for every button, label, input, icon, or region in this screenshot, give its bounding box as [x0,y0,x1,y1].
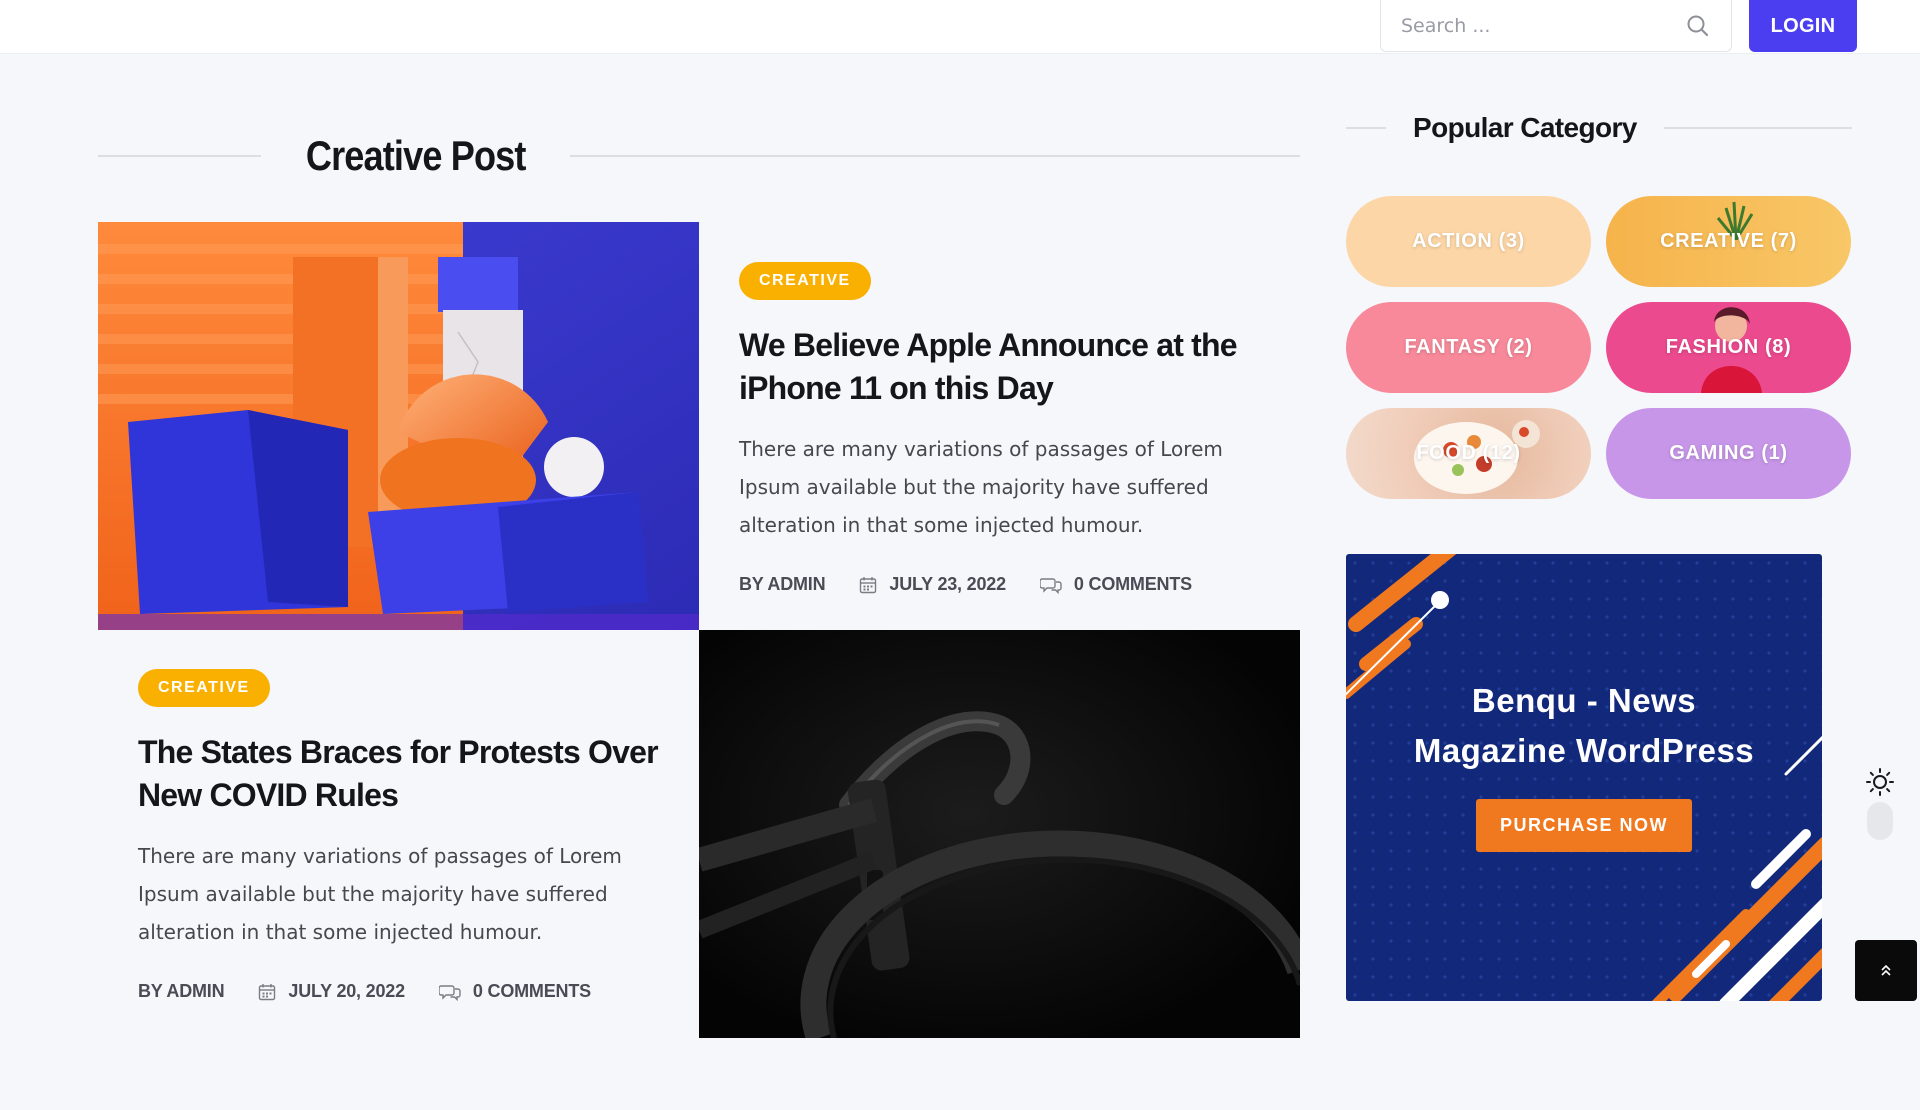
post-card-1: CREATIVE We Believe Apple Announce at th… [739,262,1299,595]
post-card-2: CREATIVE The States Braces for Protests … [138,669,698,1002]
post-title[interactable]: The States Braces for Protests Over New … [138,731,698,817]
category-label: GAMING (1) [1669,442,1788,464]
title-divider-right [570,155,1300,157]
calendar-icon [259,983,276,1000]
category-grid: ACTION (3) CREATIVE (7) FANTASY (2) FASH… [1346,196,1852,499]
category-badge[interactable]: CREATIVE [138,669,270,707]
category-action[interactable]: ACTION (3) [1346,196,1591,287]
sidebar-divider-left [1346,127,1386,129]
geometric-shapes-image [98,222,699,630]
category-label: FOOD (12) [1416,442,1521,464]
sidebar-divider-right [1663,127,1852,129]
section-title: Creative Post [305,132,527,179]
author-label: BY ADMIN [138,981,225,1001]
post-excerpt: There are many variations of passages of… [138,844,622,944]
date-label: JULY 23, 2022 [889,574,1006,594]
category-fashion[interactable]: FASHION (8) [1606,302,1851,393]
category-badge[interactable]: CREATIVE [739,262,871,300]
comments-icon [1039,577,1062,594]
post-comments[interactable]: 0 COMMENTS [438,981,591,1002]
post-image-geometric[interactable] [98,222,699,630]
theme-toggle[interactable] [1862,766,1898,842]
search-icon[interactable] [1685,13,1711,39]
post-date: JULY 20, 2022 [258,981,405,1002]
category-creative[interactable]: CREATIVE (7) [1606,196,1851,287]
author-label: BY ADMIN [739,574,826,594]
category-food[interactable]: FOOD (12) [1346,408,1591,499]
purchase-now-button[interactable]: PURCHASE NOW [1476,799,1692,852]
post-date: JULY 23, 2022 [859,574,1006,595]
post-comments[interactable]: 0 COMMENTS [1039,574,1192,595]
title-divider-left [98,155,261,157]
category-label: FANTASY (2) [1404,336,1533,358]
sun-icon [1866,768,1894,840]
post-excerpt: There are many variations of passages of… [739,437,1223,537]
category-label: CREATIVE (7) [1660,230,1797,252]
calendar-icon [860,576,877,593]
scroll-to-top-button[interactable] [1855,940,1917,1001]
comments-icon [438,984,461,1001]
post-meta: BY ADMIN JULY 23, 2022 0 COMMENTS [739,574,1299,595]
category-label: FASHION (8) [1665,336,1792,358]
ad-banner[interactable]: Benqu - News Magazine WordPress PURCHASE… [1346,554,1822,1001]
ad-decoration [1346,554,1822,1001]
section-header: Creative Post [98,128,1300,184]
sidebar-title: Popular Category [1413,112,1637,143]
ad-title-line-2: Magazine WordPress [1413,732,1755,769]
date-label: JULY 20, 2022 [288,981,405,1001]
category-fantasy[interactable]: FANTASY (2) [1346,302,1591,393]
post-author[interactable]: BY ADMIN [138,981,225,1002]
comments-label: 0 COMMENTS [472,981,591,1001]
chevron-up-icon [1881,964,1891,976]
comments-label: 0 COMMENTS [1073,574,1192,594]
ad-title: Benqu - News Magazine WordPress [1346,676,1822,776]
post-author[interactable]: BY ADMIN [739,574,826,595]
search-box [1380,0,1732,52]
post-image-bicycle[interactable] [699,630,1300,1038]
login-button[interactable]: LOGIN [1749,0,1857,52]
sidebar-title-row: Popular Category [1346,108,1852,148]
category-gaming[interactable]: GAMING (1) [1606,408,1851,499]
post-meta: BY ADMIN JULY 20, 2022 0 COMMENTS [138,981,698,1002]
post-title[interactable]: We Believe Apple Announce at the iPhone … [739,324,1299,410]
search-input[interactable] [1401,14,1685,37]
ad-title-line-1: Benqu - News [1471,682,1697,719]
bicycle-image [699,630,1300,1038]
category-label: ACTION (3) [1412,230,1525,252]
